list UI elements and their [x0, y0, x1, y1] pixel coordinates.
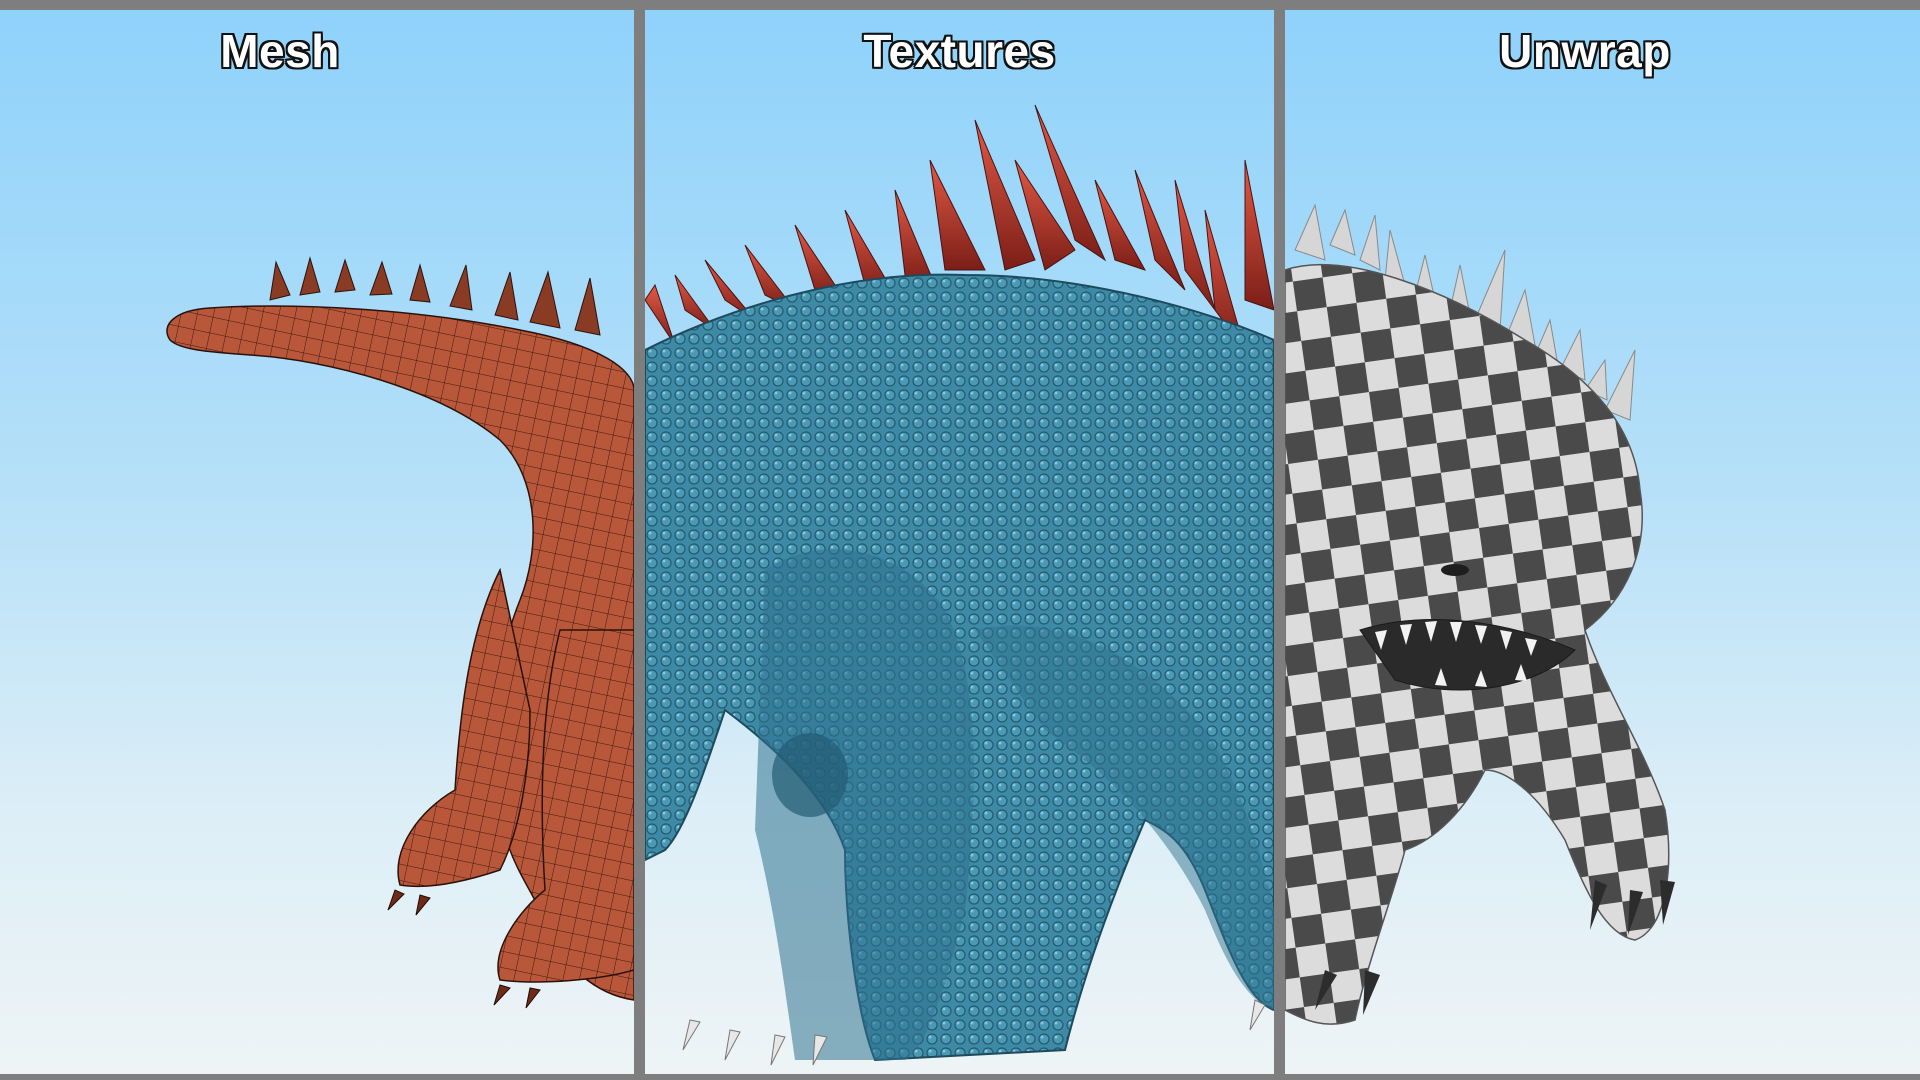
unwrap-panel: Unwrap	[1285, 10, 1920, 1074]
mesh-panel: Mesh	[0, 10, 634, 1074]
wireframe-creature-image	[166, 256, 634, 1009]
comparison-frame: Mesh Textures Unwrap	[0, 0, 1920, 1080]
textures-label: Textures	[863, 25, 1056, 77]
textures-panel: Textures	[645, 10, 1274, 1074]
textured-creature-image	[645, 104, 1274, 1066]
unwrap-label: Unwrap	[1499, 25, 1671, 77]
checker-creature-image	[1285, 203, 1675, 1025]
mesh-label: Mesh	[220, 25, 340, 77]
